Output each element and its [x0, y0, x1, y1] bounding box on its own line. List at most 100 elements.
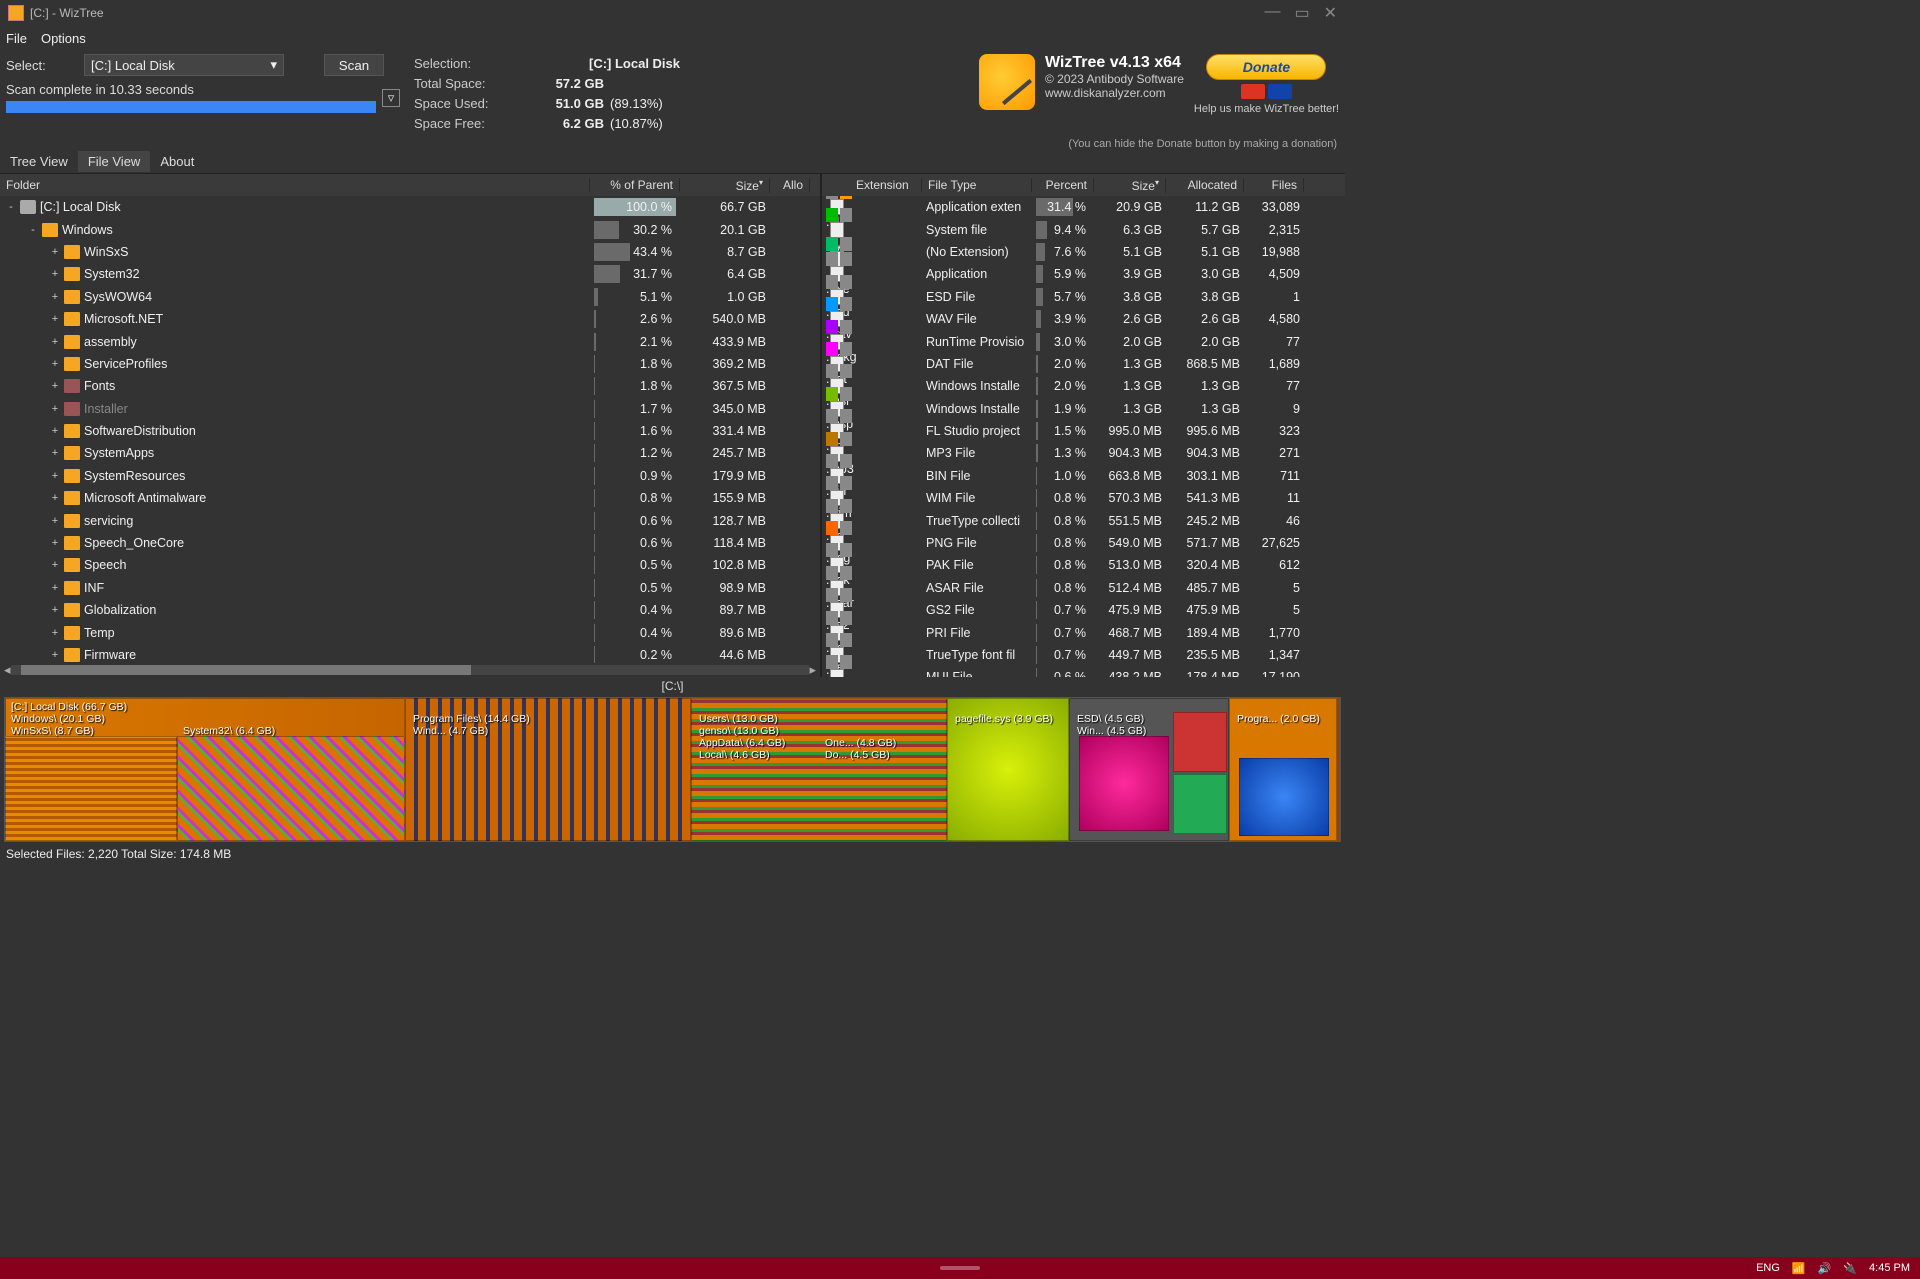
expand-icon[interactable]: +	[50, 559, 60, 571]
tree-row[interactable]: +Speech_OneCore0.6 %118.4 MB	[0, 532, 820, 554]
tab-tree-view[interactable]: Tree View	[0, 151, 78, 172]
swatch-icon	[826, 521, 838, 535]
close-icon[interactable]: ✕	[1324, 3, 1337, 23]
col-files[interactable]: Files	[1244, 178, 1304, 192]
tree-row[interactable]: +ServiceProfiles1.8 %369.2 MB	[0, 353, 820, 375]
expand-icon[interactable]: -	[6, 201, 16, 213]
swatch-icon	[840, 342, 852, 356]
swatch-icon	[826, 633, 838, 647]
col-pct-parent[interactable]: % of Parent	[590, 178, 680, 192]
menu-file[interactable]: File	[6, 31, 27, 46]
swatch-icon	[840, 432, 852, 446]
maximize-icon[interactable]: ▭	[1294, 3, 1309, 23]
expand-icon[interactable]: -	[28, 224, 38, 236]
tree-row[interactable]: +SysWOW645.1 %1.0 GB	[0, 286, 820, 308]
folder-icon	[64, 379, 80, 393]
treemap-label: WinSxS\ (8.7 GB)	[9, 724, 96, 738]
wiztree-logo-icon	[979, 54, 1035, 110]
swatch-icon	[826, 655, 838, 669]
swatch-icon	[840, 588, 852, 602]
ext-rows[interactable]: .dllApplication exten31.4 %20.9 GB11.2 G…	[822, 196, 1345, 677]
expand-icon[interactable]: +	[50, 268, 60, 280]
expand-icon[interactable]: +	[50, 291, 60, 303]
folder-name: SysWOW64	[84, 290, 152, 304]
speaker-icon[interactable]: 🔊	[1818, 1262, 1832, 1275]
swatch-icon	[840, 252, 852, 266]
tree-row[interactable]: +System3231.7 %6.4 GB	[0, 263, 820, 285]
wifi-icon[interactable]: 📶	[1792, 1262, 1806, 1275]
ext-header: Extension File Type Percent Size▾ Alloca…	[822, 174, 1345, 196]
folder-icon	[64, 626, 80, 640]
tree-row[interactable]: -Windows30.2 %20.1 GB	[0, 218, 820, 240]
expand-icon[interactable]: +	[50, 515, 60, 527]
tree-row[interactable]: +Firmware0.2 %44.6 MB	[0, 644, 820, 663]
expand-icon[interactable]: +	[50, 313, 60, 325]
folder-icon	[64, 312, 80, 326]
swatch-icon	[840, 454, 852, 468]
folder-icon	[64, 491, 80, 505]
tree-row[interactable]: +SystemResources0.9 %179.9 MB	[0, 465, 820, 487]
h-scrollbar[interactable]: ◂▸	[0, 663, 820, 677]
expand-icon[interactable]: +	[50, 537, 60, 549]
tree-row[interactable]: +Installer1.7 %345.0 MB	[0, 398, 820, 420]
tree-row[interactable]: +Temp0.4 %89.6 MB	[0, 621, 820, 643]
col-size[interactable]: Size▾	[680, 178, 770, 193]
expand-icon[interactable]: +	[50, 336, 60, 348]
menu-options[interactable]: Options	[41, 31, 86, 46]
expand-icon[interactable]: +	[50, 492, 60, 504]
folder-name: SystemResources	[84, 469, 185, 483]
col-alloc-ext[interactable]: Allocated	[1166, 178, 1244, 192]
swatch-icon	[826, 611, 838, 625]
tree-row[interactable]: +SystemApps1.2 %245.7 MB	[0, 442, 820, 464]
scan-button[interactable]: Scan	[324, 54, 384, 76]
minimize-icon[interactable]: —	[1264, 3, 1280, 23]
taskbar-lang[interactable]: ENG	[1756, 1262, 1780, 1274]
expand-icon[interactable]: +	[50, 425, 60, 437]
tree-row[interactable]: -[C:] Local Disk100.0 %66.7 GB	[0, 196, 820, 218]
tree-row[interactable]: +Speech0.5 %102.8 MB	[0, 554, 820, 576]
col-percent[interactable]: Percent	[1032, 178, 1094, 192]
expand-icon[interactable]: +	[50, 380, 60, 392]
expand-icon[interactable]: +	[50, 604, 60, 616]
treemap-label: Win... (4.5 GB)	[1075, 724, 1148, 738]
expand-icon[interactable]: +	[50, 649, 60, 661]
expand-icon[interactable]: +	[50, 358, 60, 370]
filter-icon[interactable]: ▿	[382, 89, 400, 107]
disk-icon	[20, 200, 36, 214]
drive-combo[interactable]: [C:] Local Disk ▾	[84, 54, 284, 76]
tree-row[interactable]: +assembly2.1 %433.9 MB	[0, 330, 820, 352]
expand-icon[interactable]: +	[50, 627, 60, 639]
tree-row[interactable]: +servicing0.6 %128.7 MB	[0, 509, 820, 531]
ext-row[interactable]: .muiMUI File0.6 %438.2 MB178.4 MB17,190	[822, 666, 1345, 677]
treemap[interactable]: [C:] Local Disk (66.7 GB)Windows\ (20.1 …	[4, 697, 1341, 842]
col-filetype[interactable]: File Type	[922, 178, 1032, 192]
tree-row[interactable]: +Microsoft.NET2.6 %540.0 MB	[0, 308, 820, 330]
tab-file-view[interactable]: File View	[78, 151, 151, 172]
expand-icon[interactable]: +	[50, 582, 60, 594]
battery-icon[interactable]: 🔌	[1843, 1262, 1857, 1275]
taskbar-handle-icon[interactable]	[940, 1266, 980, 1270]
scan-progress	[6, 101, 376, 113]
donate-button[interactable]: Donate	[1206, 54, 1326, 80]
col-alloc[interactable]: Allo	[770, 178, 810, 192]
swatch-icon	[826, 476, 838, 490]
swatch-icon	[840, 566, 852, 580]
expand-icon[interactable]: +	[50, 246, 60, 258]
col-size-ext[interactable]: Size▾	[1094, 178, 1166, 193]
expand-icon[interactable]: +	[50, 447, 60, 459]
tree-row[interactable]: +WinSxS43.4 %8.7 GB	[0, 241, 820, 263]
col-ext[interactable]: Extension	[822, 178, 922, 192]
swatch-icon	[840, 543, 852, 557]
tree-row[interactable]: +Fonts1.8 %367.5 MB	[0, 375, 820, 397]
tree-row[interactable]: +Microsoft Antimalware0.8 %155.9 MB	[0, 487, 820, 509]
tree-row[interactable]: +Globalization0.4 %89.7 MB	[0, 599, 820, 621]
tree-rows[interactable]: -[C:] Local Disk100.0 %66.7 GB-Windows30…	[0, 196, 820, 663]
col-folder[interactable]: Folder	[0, 178, 590, 192]
expand-icon[interactable]: +	[50, 403, 60, 415]
swatch-icon	[826, 409, 838, 423]
app-icon	[8, 5, 24, 21]
expand-icon[interactable]: +	[50, 470, 60, 482]
tab-about[interactable]: About	[150, 151, 204, 172]
tree-row[interactable]: +SoftwareDistribution1.6 %331.4 MB	[0, 420, 820, 442]
tree-row[interactable]: +INF0.5 %98.9 MB	[0, 577, 820, 599]
